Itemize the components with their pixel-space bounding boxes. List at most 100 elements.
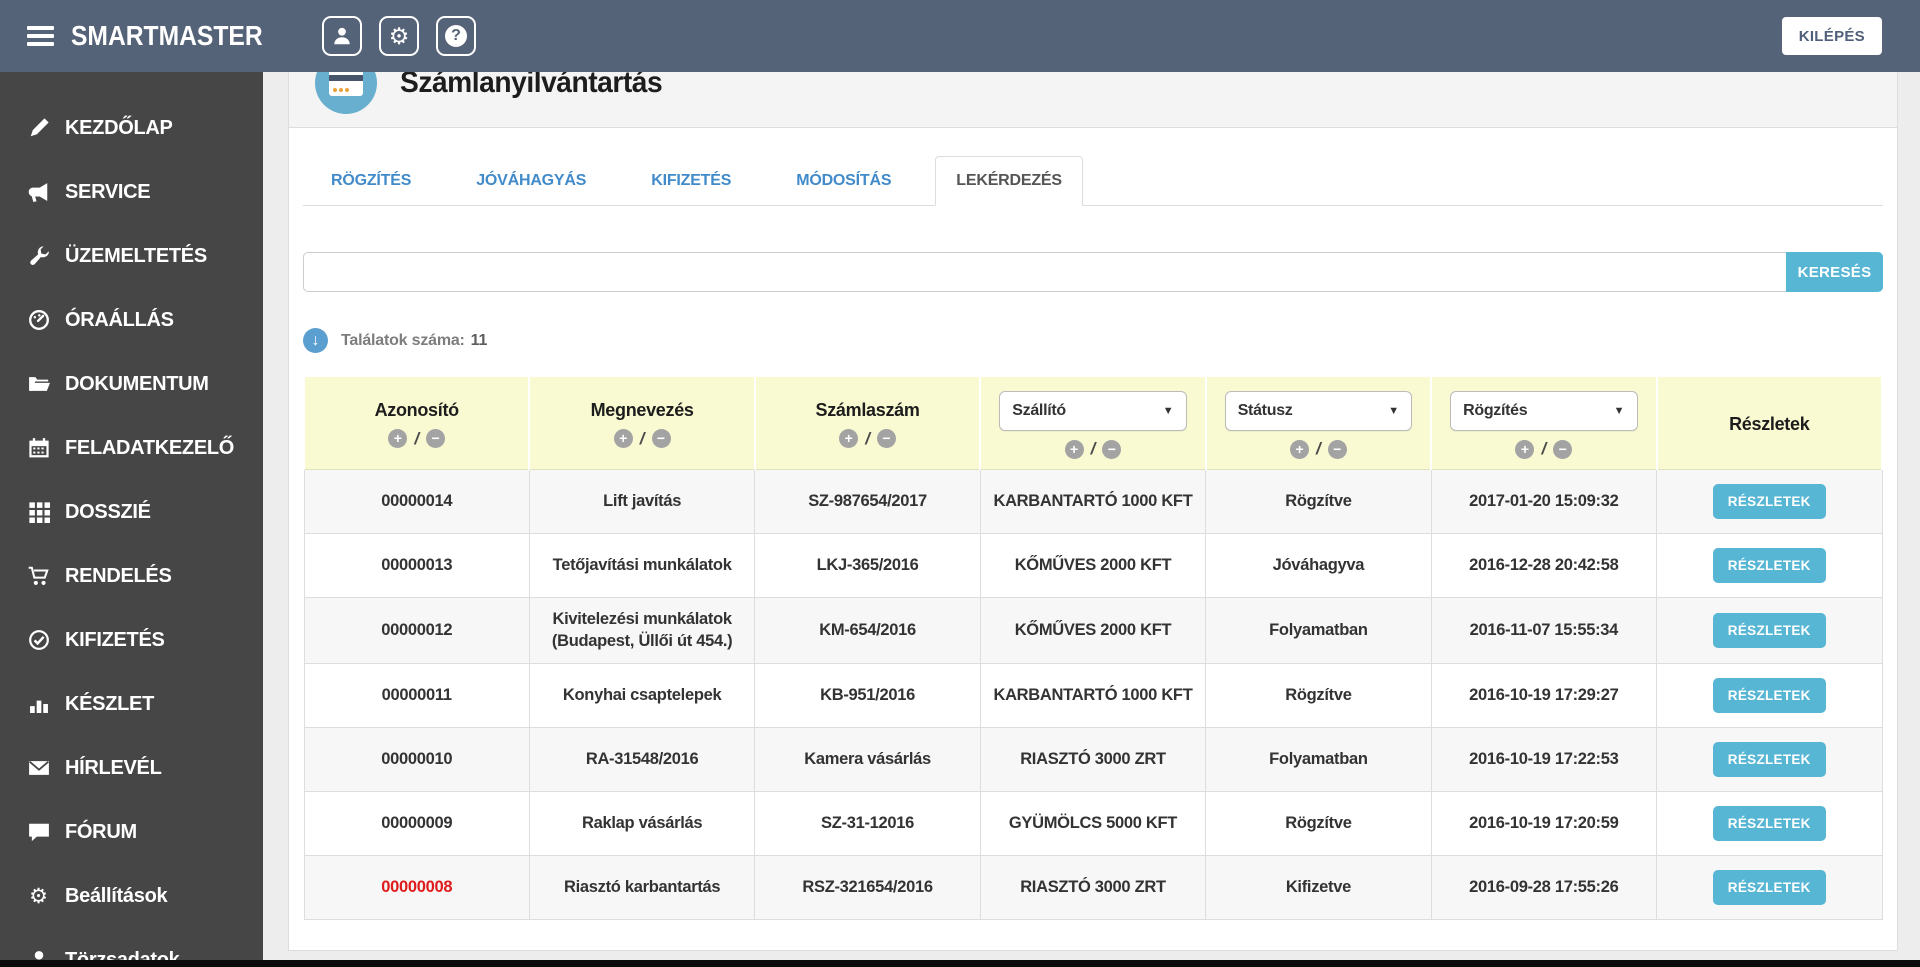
details-button[interactable]: RÉSZLETEK xyxy=(1712,869,1826,905)
status-filter-dropdown[interactable]: Státusz ▼ xyxy=(1224,391,1413,431)
cell-rogzites: 2016-11-07 15:55:34 xyxy=(1430,597,1658,664)
supplier-filter-dropdown[interactable]: Szállító ▼ xyxy=(999,391,1187,431)
user-icon-button[interactable] xyxy=(322,16,362,56)
sidebar-item-label: KEZDŐLAP xyxy=(65,116,173,139)
sidebar-item-label: HÍRLEVÉL xyxy=(65,756,162,779)
sort-desc-button[interactable]: − xyxy=(1102,439,1122,459)
results-summary: ↓ Találatok száma: 11 xyxy=(303,328,1883,353)
cell-azonosito: 00000008 xyxy=(303,854,530,920)
cell-reszletek: RÉSZLETEK xyxy=(1656,533,1883,598)
table-row: 00000012 Kivitelezési munkálatok (Budape… xyxy=(303,597,1883,664)
sidebar-item-label: ÜZEMELTETÉS xyxy=(65,244,207,267)
sort-desc-button[interactable]: − xyxy=(1327,439,1347,459)
search-button[interactable]: KERESÉS xyxy=(1786,252,1883,292)
sidebar-item-uzemeltetes[interactable]: ÜZEMELTETÉS xyxy=(0,224,263,288)
details-button[interactable]: RÉSZLETEK xyxy=(1712,484,1826,519)
calendar-icon xyxy=(27,437,50,460)
chevron-down-icon: ▼ xyxy=(1613,405,1625,417)
settings-icon-button[interactable]: ⚙ xyxy=(379,16,419,56)
invoice-table-body: 00000014 Lift javítás SZ-987654/2017 KAR… xyxy=(303,469,1883,920)
sort-asc-button[interactable]: + xyxy=(1064,439,1084,459)
check-circle-icon xyxy=(27,629,50,652)
help-icon-button[interactable]: ? xyxy=(436,16,476,56)
cell-rogzites: 2017-01-20 15:09:32 xyxy=(1430,469,1658,534)
search-bar: KERESÉS xyxy=(303,252,1883,292)
sidebar-nav: KEZDŐLAP SERVICE ÜZEMELTETÉS ÓRAÁLLÁS DO… xyxy=(0,72,263,967)
sidebar-item-hirlevel[interactable]: HÍRLEVÉL xyxy=(0,736,263,800)
sidebar-item-forum[interactable]: FÓRUM xyxy=(0,800,263,864)
cell-azonosito: 00000009 xyxy=(303,790,530,856)
sidebar-item-dosszie[interactable]: DOSSZIÉ xyxy=(0,480,263,544)
cell-rogzites: 2016-10-19 17:22:53 xyxy=(1430,726,1658,792)
sort-asc-button[interactable]: + xyxy=(1290,439,1310,459)
sidebar-item-label: DOSSZIÉ xyxy=(65,500,151,523)
details-button[interactable]: RÉSZLETEK xyxy=(1712,548,1826,583)
cell-reszletek: RÉSZLETEK xyxy=(1656,854,1883,920)
sidebar-item-oraallas[interactable]: ÓRAÁLLÁS xyxy=(0,288,263,352)
main-content: Számlanyilvántartás RÖGZÍTÉS JÓVÁHAGYÁS … xyxy=(263,0,1920,951)
logout-button[interactable]: KILÉPÉS xyxy=(1781,17,1882,55)
cell-szamlaszam: KB-951/2016 xyxy=(754,662,981,728)
cell-azonosito: 00000011 xyxy=(303,662,530,728)
sort-desc-button[interactable]: − xyxy=(426,429,446,448)
table-row: 00000011 Konyhai csaptelepek KB-951/2016… xyxy=(303,662,1883,728)
sort-desc-button[interactable]: − xyxy=(651,429,671,448)
cell-statusz: Folyamatban xyxy=(1205,597,1432,664)
cell-szamlaszam: RSZ-321654/2016 xyxy=(754,854,981,920)
cell-statusz: Rögzítve xyxy=(1205,469,1432,534)
cell-szallito: KŐMŰVES 2000 KFT xyxy=(979,533,1207,598)
column-header-szamlaszam: Számlaszám + / − xyxy=(753,375,982,470)
cell-statusz: Jóváhagyva xyxy=(1205,533,1432,598)
details-button[interactable]: RÉSZLETEK xyxy=(1712,612,1826,648)
cell-szamlaszam: SZ-31-12016 xyxy=(754,790,981,856)
app-brand: SMARTMASTER xyxy=(71,20,263,51)
details-button[interactable]: RÉSZLETEK xyxy=(1712,805,1826,841)
sidebar-item-label: FELADATKEZELŐ xyxy=(65,436,235,459)
sidebar-item-beallitasok[interactable]: ⚙ Beállítások xyxy=(0,864,263,928)
menu-icon[interactable] xyxy=(27,22,54,50)
gear-icon: ⚙ xyxy=(388,22,410,49)
tab-rogzites[interactable]: RÖGZÍTÉS xyxy=(310,156,432,206)
cell-rogzites: 2016-10-19 17:29:27 xyxy=(1430,662,1658,728)
sort-desc-button[interactable]: − xyxy=(876,429,896,448)
sidebar-item-rendeles[interactable]: RENDELÉS xyxy=(0,544,263,608)
column-header-rogzites: Rögzítés ▼ + / − xyxy=(1430,375,1658,470)
topbar-icon-group: ⚙ ? xyxy=(322,16,476,56)
tab-modositas[interactable]: MÓDOSÍTÁS xyxy=(775,156,912,206)
cell-statusz: Folyamatban xyxy=(1205,726,1432,792)
cell-szallito: RIASZTÓ 3000 ZRT xyxy=(979,854,1207,920)
collapse-down-arrow-icon[interactable]: ↓ xyxy=(303,328,328,353)
tab-kifizetes[interactable]: KIFIZETÉS xyxy=(630,156,752,206)
cell-statusz: Rögzítve xyxy=(1205,662,1432,728)
sidebar-item-kifizetes[interactable]: KIFIZETÉS xyxy=(0,608,263,672)
recorded-filter-dropdown[interactable]: Rögzítés ▼ xyxy=(1450,391,1638,431)
details-button[interactable]: RÉSZLETEK xyxy=(1712,677,1826,713)
cell-megnevezes: Tetőjavítási munkálatok xyxy=(528,533,756,598)
sidebar-item-kezdolap[interactable]: KEZDŐLAP xyxy=(0,96,263,160)
sort-asc-button[interactable]: + xyxy=(1515,439,1535,459)
tab-lekerdezes[interactable]: LEKÉRDEZÉS xyxy=(935,156,1083,206)
cell-szallito: KARBANTARTÓ 1000 KFT xyxy=(979,469,1207,534)
sort-asc-button[interactable]: + xyxy=(839,429,859,448)
sidebar-item-feladatkezelo[interactable]: FELADATKEZELŐ xyxy=(0,416,263,480)
sidebar-item-keszlet[interactable]: KÉSZLET xyxy=(0,672,263,736)
table-row: 00000009 Raklap vásárlás SZ-31-12016 GYÜ… xyxy=(303,790,1883,856)
sidebar-item-dokumentum[interactable]: DOKUMENTUM xyxy=(0,352,263,416)
sidebar-item-service[interactable]: SERVICE xyxy=(0,160,263,224)
cell-megnevezes: Kivitelezési munkálatok (Budapest, Üllői… xyxy=(528,597,756,664)
search-input[interactable] xyxy=(303,252,1786,292)
cart-icon xyxy=(27,565,50,588)
cell-szamlaszam: LKJ-365/2016 xyxy=(754,533,981,598)
sort-asc-button[interactable]: + xyxy=(613,429,633,448)
bottom-edge-strip xyxy=(0,960,1920,967)
cell-megnevezes: RA-31548/2016 xyxy=(528,726,756,792)
tab-jovahagyas[interactable]: JÓVÁHAGYÁS xyxy=(455,156,607,206)
gear-icon: ⚙ xyxy=(29,884,48,908)
cell-reszletek: RÉSZLETEK xyxy=(1656,469,1883,534)
sort-desc-button[interactable]: − xyxy=(1553,439,1573,459)
wrench-icon xyxy=(27,245,50,268)
details-button[interactable]: RÉSZLETEK xyxy=(1712,741,1826,777)
sort-asc-button[interactable]: + xyxy=(388,429,408,448)
table-row: 00000013 Tetőjavítási munkálatok LKJ-365… xyxy=(303,533,1883,598)
cell-reszletek: RÉSZLETEK xyxy=(1656,790,1883,856)
